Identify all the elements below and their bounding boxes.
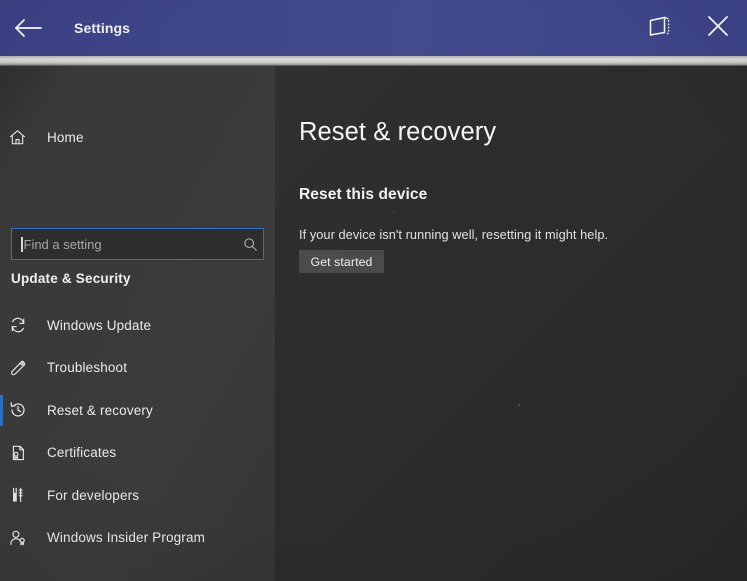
search-icon[interactable] bbox=[237, 237, 263, 252]
search-input[interactable]: Find a setting bbox=[11, 228, 264, 260]
sidebar-group-title: Update & Security bbox=[11, 271, 131, 286]
sidebar-nav-list: Windows Update Troubleshoot Reset & reco… bbox=[0, 304, 275, 559]
history-clock-icon bbox=[9, 401, 36, 419]
sidebar-item-label: Windows Update bbox=[47, 317, 152, 333]
sidebar-item-label: Reset & recovery bbox=[47, 402, 153, 418]
screen-dust-speck bbox=[518, 404, 520, 406]
get-started-button[interactable]: Get started bbox=[299, 250, 384, 273]
sidebar-item-certificates[interactable]: Certificates bbox=[0, 432, 275, 475]
home-icon bbox=[9, 129, 36, 146]
sidebar-item-label: Certificates bbox=[47, 445, 117, 461]
sidebar-item-windows-insider-program[interactable]: Windows Insider Program bbox=[0, 517, 275, 560]
main-content: Reset & recovery Reset this device If yo… bbox=[275, 66, 747, 581]
search-placeholder: Find a setting bbox=[23, 236, 102, 252]
developer-tools-icon bbox=[9, 486, 36, 504]
window-controls bbox=[631, 0, 747, 56]
back-arrow-icon bbox=[13, 17, 43, 39]
section-title-reset-this-device: Reset this device bbox=[299, 186, 428, 203]
back-button[interactable] bbox=[0, 0, 56, 56]
wrench-icon bbox=[9, 359, 36, 377]
certificate-icon bbox=[9, 444, 36, 462]
window-title: Settings bbox=[74, 20, 131, 36]
sidebar-item-for-developers[interactable]: For developers bbox=[0, 474, 275, 517]
user-badge-icon bbox=[9, 529, 36, 547]
text-caret bbox=[21, 236, 23, 252]
sidebar-item-troubleshoot[interactable]: Troubleshoot bbox=[0, 347, 275, 390]
page-title: Reset & recovery bbox=[299, 118, 497, 146]
window-body: Home Find a setting Update & Security Wi… bbox=[0, 66, 747, 581]
restore-window-icon bbox=[647, 14, 673, 43]
settings-window: Settings Home Find a setting Update & Se… bbox=[0, 0, 747, 581]
title-bar: Settings bbox=[0, 0, 747, 56]
sidebar-item-windows-update[interactable]: Windows Update bbox=[0, 304, 275, 347]
sidebar-item-label: Windows Insider Program bbox=[47, 530, 206, 546]
sidebar-item-reset-recovery[interactable]: Reset & recovery bbox=[0, 389, 275, 432]
sidebar-item-label: Troubleshoot bbox=[47, 360, 128, 376]
sidebar-item-label: For developers bbox=[47, 487, 140, 503]
close-icon bbox=[705, 13, 731, 44]
restore-window-button[interactable] bbox=[631, 0, 689, 56]
close-button[interactable] bbox=[689, 0, 747, 56]
sidebar-item-home-label: Home bbox=[47, 129, 84, 145]
sidebar-item-home[interactable]: Home bbox=[0, 119, 284, 155]
sync-icon bbox=[9, 316, 36, 334]
sidebar: Home Find a setting Update & Security Wi… bbox=[0, 66, 275, 581]
section-description: If your device isn't running well, reset… bbox=[299, 227, 609, 242]
screen-dust-speck bbox=[393, 211, 395, 213]
